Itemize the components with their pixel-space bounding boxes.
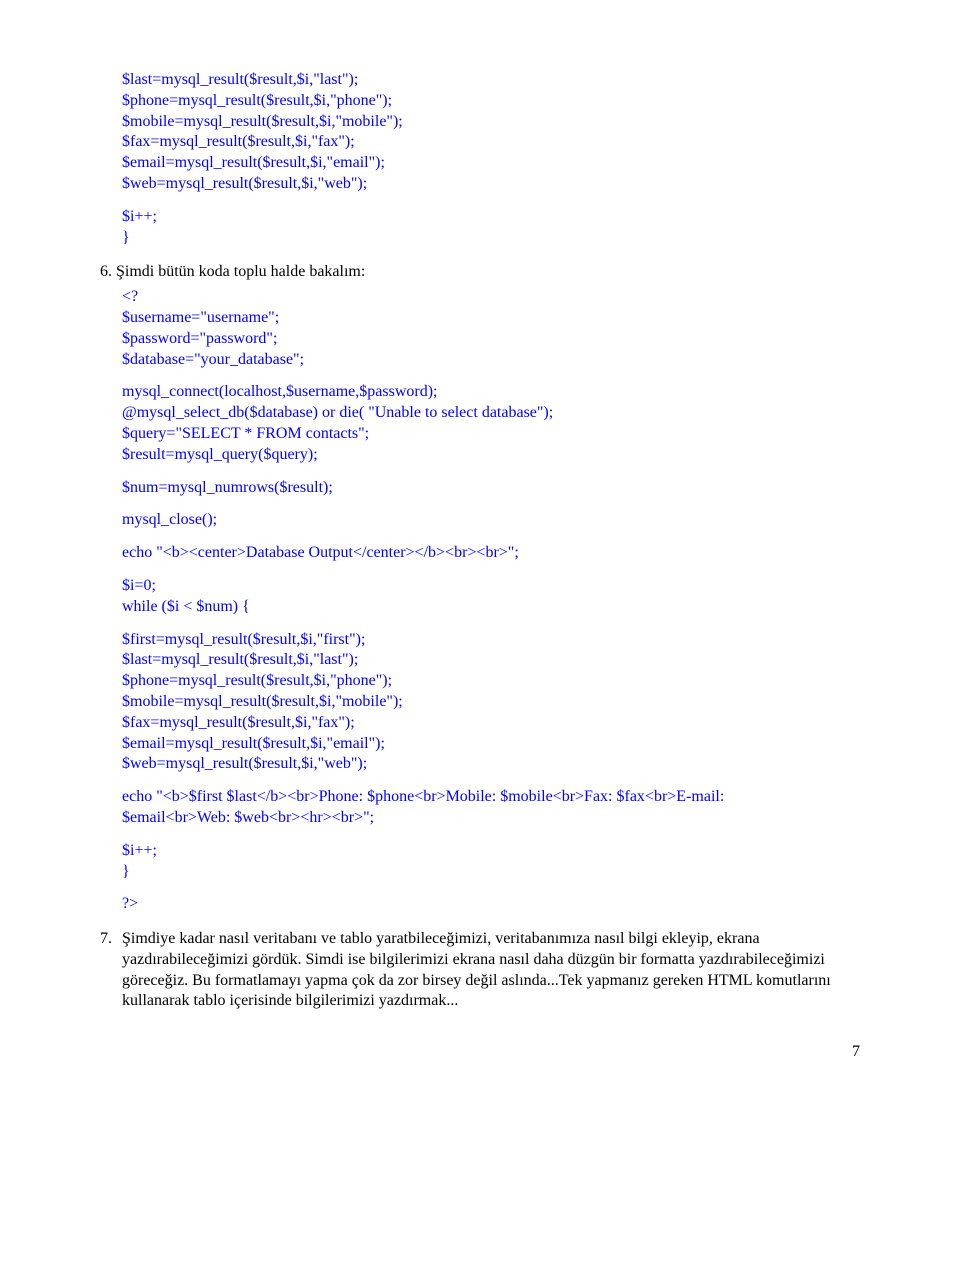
list-text: Şimdiye kadar nasıl veritabanı ve tablo …	[122, 929, 860, 1012]
code-block-2: $i++; }	[122, 207, 860, 249]
code-line: $last=mysql_result($result,$i,"last");	[122, 70, 860, 91]
code-line: mysql_connect(localhost,$username,$passw…	[122, 382, 860, 403]
code-block-9: $first=mysql_result($result,$i,"first");…	[122, 630, 860, 776]
code-line: $password="password";	[122, 329, 860, 350]
code-line: $i++;	[122, 207, 860, 228]
code-block-4: mysql_connect(localhost,$username,$passw…	[122, 382, 860, 465]
code-line: echo "<b>$first $last</b><br>Phone: $pho…	[122, 787, 860, 808]
code-line: $first=mysql_result($result,$i,"first");	[122, 630, 860, 651]
code-block-1: $last=mysql_result($result,$i,"last"); $…	[122, 70, 860, 195]
document-page: $last=mysql_result($result,$i,"last"); $…	[100, 70, 860, 1063]
page-number: 7	[100, 1042, 860, 1063]
code-block-12: ?>	[122, 894, 860, 915]
code-line: $i=0;	[122, 576, 860, 597]
code-line: $fax=mysql_result($result,$i,"fax");	[122, 713, 860, 734]
list-item-7: 7. Şimdiye kadar nasıl veritabanı ve tab…	[100, 929, 860, 1012]
code-line: mysql_close();	[122, 510, 860, 531]
code-line: $fax=mysql_result($result,$i,"fax");	[122, 132, 860, 153]
list-text: Şimdi bütün koda toplu halde bakalım:	[116, 263, 365, 280]
code-block-10: echo "<b>$first $last</b><br>Phone: $pho…	[122, 787, 860, 829]
list-number: 6.	[100, 263, 112, 280]
code-block-5: $num=mysql_numrows($result);	[122, 478, 860, 499]
code-line: $mobile=mysql_result($result,$i,"mobile"…	[122, 692, 860, 713]
code-line: $phone=mysql_result($result,$i,"phone");	[122, 671, 860, 692]
code-line: $phone=mysql_result($result,$i,"phone");	[122, 91, 860, 112]
code-line: $username="username";	[122, 308, 860, 329]
code-block-6: mysql_close();	[122, 510, 860, 531]
code-line: ?>	[122, 894, 860, 915]
code-line: }	[122, 228, 860, 249]
code-line: $web=mysql_result($result,$i,"web");	[122, 754, 860, 775]
code-block-8: $i=0; while ($i < $num) {	[122, 576, 860, 618]
list-number: 7.	[100, 929, 122, 1012]
code-line: $query="SELECT * FROM contacts";	[122, 424, 860, 445]
code-line: $email=mysql_result($result,$i,"email");	[122, 734, 860, 755]
list-item-6: 6. Şimdi bütün koda toplu halde bakalım:	[100, 262, 860, 283]
code-line: $i++;	[122, 841, 860, 862]
code-line: echo "<b><center>Database Output</center…	[122, 543, 860, 564]
code-line: <?	[122, 287, 860, 308]
code-line: $result=mysql_query($query);	[122, 445, 860, 466]
code-line: while ($i < $num) {	[122, 597, 860, 618]
code-line: }	[122, 862, 860, 883]
code-line: $last=mysql_result($result,$i,"last");	[122, 650, 860, 671]
code-block-11: $i++; }	[122, 841, 860, 883]
code-line: $database="your_database";	[122, 350, 860, 371]
code-line: $num=mysql_numrows($result);	[122, 478, 860, 499]
code-line: $web=mysql_result($result,$i,"web");	[122, 174, 860, 195]
code-block-3: <? $username="username"; $password="pass…	[122, 287, 860, 370]
code-line: $mobile=mysql_result($result,$i,"mobile"…	[122, 112, 860, 133]
code-line: @mysql_select_db($database) or die( "Una…	[122, 403, 860, 424]
code-line: $email<br>Web: $web<br><hr><br>";	[122, 808, 860, 829]
code-block-7: echo "<b><center>Database Output</center…	[122, 543, 860, 564]
code-line: $email=mysql_result($result,$i,"email");	[122, 153, 860, 174]
